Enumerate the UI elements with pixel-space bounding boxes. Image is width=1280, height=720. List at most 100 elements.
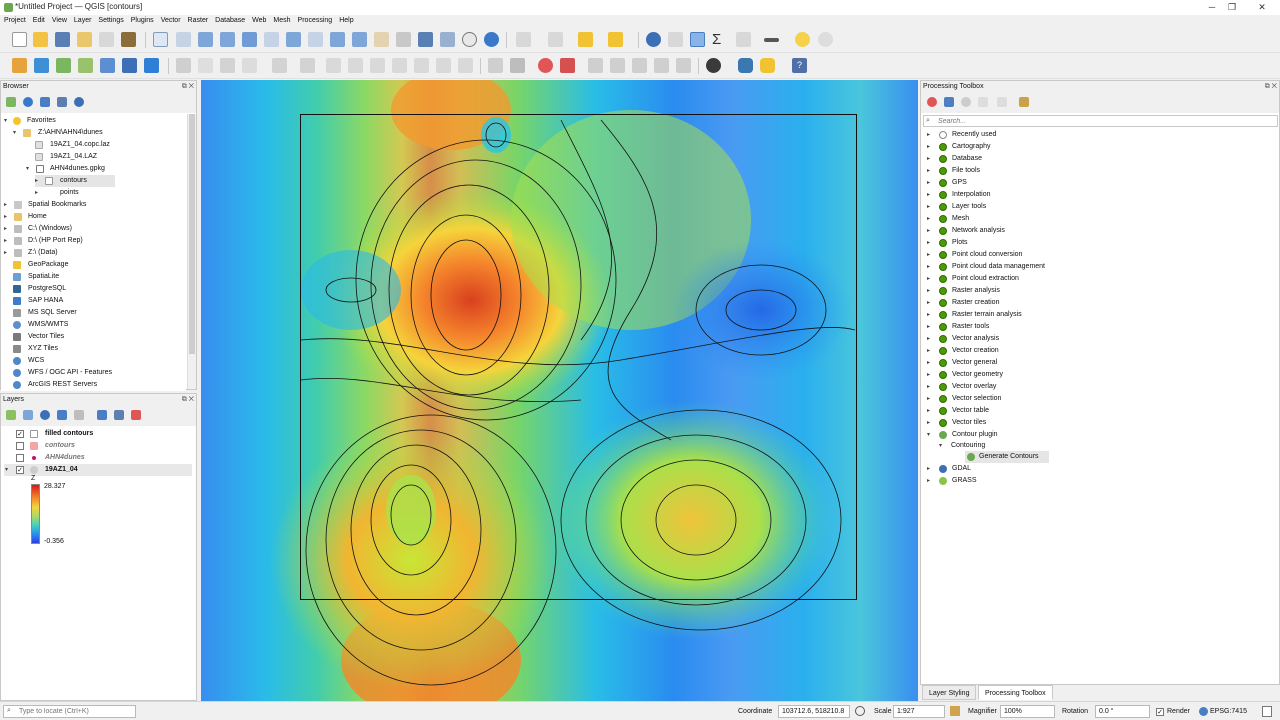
toolbox-item-pc-data-management[interactable]: ▸ Point cloud data management [927, 261, 1267, 273]
tree-item-vector-tiles[interactable]: Vector Tiles [13, 331, 183, 343]
toolbox-item-layer-tools[interactable]: ▸ Layer tools [927, 201, 1267, 213]
menu-raster[interactable]: Raster [184, 15, 212, 24]
manage-map-themes-icon[interactable] [40, 410, 50, 420]
menu-edit[interactable]: Edit [29, 15, 48, 24]
tree-item-wfs[interactable]: WFS / OGC API - Features [13, 367, 183, 379]
zoom-layer-icon[interactable] [286, 32, 301, 47]
save-edits-icon[interactable] [220, 58, 235, 73]
new-shapefile-icon[interactable] [56, 58, 71, 73]
refresh-browser-icon[interactable] [23, 97, 33, 107]
identify-icon[interactable] [646, 32, 661, 47]
label-tool-icon[interactable] [488, 58, 503, 73]
map-tips-icon[interactable] [795, 32, 810, 47]
measure-icon[interactable] [764, 38, 779, 42]
tree-item-drive-z[interactable]: ▸ Z:\ (Data) [4, 247, 184, 259]
add-layer-icon[interactable] [34, 58, 49, 73]
globe-plugin-icon[interactable] [706, 58, 721, 73]
cut-features-icon[interactable] [348, 58, 363, 73]
tree-item-spatialite[interactable]: SpatiaLite [13, 271, 183, 283]
locator-input[interactable] [19, 707, 131, 716]
toolbox-item-gdal[interactable]: ▸ GDAL [927, 463, 1267, 475]
print-layout-icon[interactable] [77, 32, 92, 47]
temporal-controller-icon[interactable] [462, 32, 477, 47]
tree-item-mssql[interactable]: MS SQL Server [13, 307, 183, 319]
toolbox-item-file-tools[interactable]: ▸ File tools [927, 165, 1267, 177]
menu-processing[interactable]: Processing [294, 15, 336, 24]
rotate-label-icon[interactable] [610, 58, 625, 73]
toolbox-item-vector-analysis[interactable]: ▸ Vector analysis [927, 333, 1267, 345]
select-location-icon[interactable] [608, 32, 623, 47]
gps-icon[interactable] [818, 32, 833, 47]
tree-item-drive-c[interactable]: ▸ C:\ (Windows) [4, 223, 184, 235]
tree-item-laz[interactable]: 19AZ1_04.LAZ [35, 151, 185, 163]
tree-item-home[interactable]: ▸ Home [4, 211, 184, 223]
help-icon[interactable]: ? [792, 58, 807, 73]
menu-view[interactable]: View [48, 15, 70, 24]
panel-float-close-icon[interactable]: ⧉ ✕ [1265, 83, 1277, 91]
tree-item-dunes-folder[interactable]: ▾ Z:\AHN\AHN4\dunes [13, 127, 183, 139]
browser-scrollbar-thumb[interactable] [189, 114, 195, 354]
redo2-icon[interactable] [458, 58, 473, 73]
toggle-editing-icon[interactable] [198, 58, 213, 73]
menu-help[interactable]: Help [335, 15, 356, 24]
tree-item-sap-hana[interactable]: SAP HANA [13, 295, 183, 307]
results-viewer-icon[interactable] [978, 97, 988, 107]
models-icon[interactable] [927, 97, 937, 107]
zoom-in-icon[interactable] [198, 32, 213, 47]
tree-item-spatial-bookmarks[interactable]: ▸ Spatial Bookmarks [4, 199, 184, 211]
map-canvas[interactable] [201, 80, 918, 701]
toolbox-item-vector-overlay[interactable]: ▸ Vector overlay [927, 381, 1267, 393]
layout-manager-icon[interactable] [99, 32, 114, 47]
processing-toolbox-icon[interactable] [690, 32, 705, 47]
open-styling-icon[interactable] [6, 410, 16, 420]
toolbox-item-raster-creation[interactable]: ▸ Raster creation [927, 297, 1267, 309]
python-plugin-icon[interactable] [760, 58, 775, 73]
toolbox-search-input[interactable] [938, 117, 1268, 126]
properties-icon[interactable] [74, 97, 84, 107]
digitize-icon[interactable] [78, 58, 93, 73]
tree-item-gpkg[interactable]: ▾ AHN4dunes.gpkg [26, 163, 176, 175]
change-label-icon[interactable] [632, 58, 647, 73]
toolbox-item-vector-tiles[interactable]: ▸ Vector tiles [927, 417, 1267, 429]
menu-web[interactable]: Web [248, 15, 269, 24]
tab-processing-toolbox[interactable]: Processing Toolbox [978, 685, 1053, 700]
pan-to-selection-icon[interactable] [176, 32, 191, 47]
toolbox-item-pc-extraction[interactable]: ▸ Point cloud extraction [927, 273, 1267, 285]
layer-ahn4dunes[interactable]: AHN4dunes [16, 452, 191, 464]
tab-layer-styling[interactable]: Layer Styling [922, 685, 977, 700]
toolbox-item-database[interactable]: ▸ Database [927, 153, 1267, 165]
show-bookmarks-icon[interactable] [440, 32, 455, 47]
toolbox-item-raster-tools[interactable]: ▸ Raster tools [927, 321, 1267, 333]
digitize-line-icon[interactable] [242, 58, 257, 73]
toolbox-item-mesh[interactable]: ▸ Mesh [927, 213, 1267, 225]
zoom-next-icon[interactable] [352, 32, 367, 47]
undo-icon[interactable] [414, 58, 429, 73]
scripts-icon[interactable] [944, 97, 954, 107]
toolbox-item-raster-analysis[interactable]: ▸ Raster analysis [927, 285, 1267, 297]
browser-scrollbar[interactable] [187, 114, 196, 389]
tree-item-wcs[interactable]: WCS [13, 355, 183, 367]
collapse-all-icon[interactable] [57, 97, 67, 107]
toolbox-item-vector-selection[interactable]: ▸ Vector selection [927, 393, 1267, 405]
render-checkbox[interactable]: ✓ [1156, 708, 1164, 716]
redo-icon[interactable] [436, 58, 451, 73]
close-icon[interactable]: ✕ [1250, 0, 1274, 14]
open-project-icon[interactable] [33, 32, 48, 47]
tree-item-xyz-tiles[interactable]: XYZ Tiles [13, 343, 183, 355]
statistics-icon[interactable]: Σ [712, 32, 727, 47]
tree-item-contours[interactable]: ▸ contours [35, 175, 115, 187]
filter-legend-icon[interactable] [57, 410, 67, 420]
expand-all-icon[interactable] [97, 410, 107, 420]
refresh-icon[interactable] [484, 32, 499, 47]
label-properties-icon[interactable] [654, 58, 669, 73]
tree-item-arcgis[interactable]: ArcGIS REST Servers [13, 379, 183, 391]
menu-plugins[interactable]: Plugins [127, 15, 157, 24]
layer-filled-contours[interactable]: ✓ filled contours [16, 428, 191, 440]
menu-mesh[interactable]: Mesh [269, 15, 293, 24]
copy-features-icon[interactable] [370, 58, 385, 73]
toolbox-item-generate-contours[interactable]: Generate Contours [965, 451, 1049, 463]
tree-item-postgresql[interactable]: PostgreSQL [13, 283, 183, 295]
panel-float-close-icon[interactable]: ⧉ ✕ [182, 83, 194, 91]
delete-selected-icon[interactable] [326, 58, 341, 73]
toolbox-item-gps[interactable]: ▸ GPS [927, 177, 1267, 189]
